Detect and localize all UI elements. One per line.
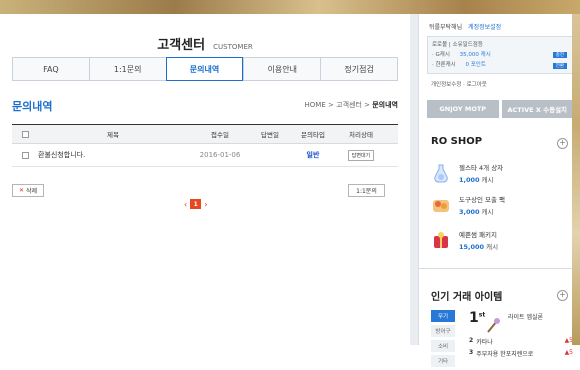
category-consumable[interactable]: 소비 bbox=[431, 340, 455, 352]
new-inquiry-button[interactable]: 1:1문의 bbox=[348, 184, 385, 197]
motp-button[interactable]: GNJOY MOTP bbox=[427, 100, 499, 118]
delete-button[interactable]: ✕ 삭제 bbox=[12, 184, 44, 197]
breadcrumb-home[interactable]: HOME bbox=[305, 101, 326, 109]
shop-item-price-value: 3,000 bbox=[459, 208, 480, 216]
row-status-cell: 답변대기 bbox=[338, 149, 384, 161]
shop-item-price: 15,000 캐시 bbox=[459, 241, 498, 251]
row-status-badge: 답변대기 bbox=[347, 149, 375, 161]
top-banner bbox=[0, 0, 580, 14]
breadcrumb-current: 문의내역 bbox=[372, 101, 398, 109]
breadcrumb-separator: > bbox=[364, 101, 370, 109]
first-rank-label: 1st bbox=[469, 310, 485, 326]
row-date: 2016-01-06 bbox=[199, 151, 241, 159]
main-content: 고객센터 CUSTOMER FAQ 1:1문의 문의내역 이용안내 정기점검 문… bbox=[0, 14, 410, 345]
delete-button-label: 삭제 bbox=[25, 188, 38, 195]
first-rank-number: 1 bbox=[469, 310, 479, 326]
page-title-english: CUSTOMER bbox=[213, 43, 253, 51]
pagination: ‹ 1 › bbox=[184, 199, 207, 209]
col-title: 제목 bbox=[107, 131, 119, 139]
inquiry-table: 제목 접수일 답변일 문의타입 처리상태 환불신청합니다. 2016-01-06… bbox=[12, 124, 398, 167]
shop-item[interactable]: 도구상인 모출 팩 3,000 캐시 bbox=[431, 192, 571, 218]
shop-item[interactable]: 예쁜썸 패키지 15,000 캐시 bbox=[431, 227, 571, 253]
row-type: 일반 bbox=[306, 151, 320, 159]
point-row: · 한론캐시 0 포인트 전환 bbox=[432, 60, 568, 69]
potion-bottle-icon bbox=[434, 164, 448, 183]
breadcrumb-customer[interactable]: 고객센터 bbox=[336, 101, 362, 109]
column-divider bbox=[410, 14, 418, 345]
rank-row[interactable]: 3 주부자용 한포지렌으로 ▲5 bbox=[469, 349, 573, 358]
gcash-label: · G캐시 bbox=[432, 52, 450, 58]
rank-number: 3 bbox=[469, 349, 474, 356]
account-info-line: 로로볼 | 소유일드점등 bbox=[432, 42, 483, 48]
right-background-strip bbox=[572, 14, 580, 345]
shop-item-price-unit: 캐시 bbox=[481, 208, 494, 216]
gcash-row: · G캐시 35,000 캐시 충전 bbox=[432, 50, 568, 58]
col-answer-date: 답변일 bbox=[261, 131, 279, 139]
table-header: 제목 접수일 답변일 문의타입 처리상태 bbox=[12, 125, 398, 144]
table-row[interactable]: 환불신청합니다. 2016-01-06 일반 답변대기 bbox=[12, 144, 398, 167]
charge-button[interactable]: 충전 bbox=[552, 52, 567, 58]
page-title: 고객센터 CUSTOMER bbox=[0, 34, 410, 53]
convert-button[interactable]: 전환 bbox=[552, 63, 567, 69]
shop-title: RO SHOP bbox=[431, 136, 483, 147]
sidebar: 뒤를부탁해님 계정정보설정 로로볼 | 소유일드점등 · G캐시 35,000 … bbox=[418, 14, 580, 367]
hot-items-title: 인기 거래 아이템 bbox=[431, 292, 503, 303]
next-page-icon[interactable]: › bbox=[204, 200, 207, 209]
row-checkbox-cell bbox=[12, 151, 38, 159]
staff-weapon-icon bbox=[487, 318, 500, 333]
tab-1to1-inquiry[interactable]: 1:1문의 bbox=[88, 58, 166, 80]
rank-item-name: 주부자용 한포지렌으로 bbox=[476, 351, 534, 358]
col-date: 접수일 bbox=[211, 131, 229, 139]
item-pack-icon bbox=[433, 200, 449, 212]
account-info-box: 로로볼 | 소유일드점등 · G캐시 35,000 캐시 충전 · 한론캐시 0… bbox=[427, 36, 573, 74]
col-status: 처리상태 bbox=[349, 131, 373, 139]
shop-item-price-unit: 캐시 bbox=[481, 176, 494, 184]
gift-package-icon bbox=[434, 232, 448, 248]
select-all-checkbox[interactable] bbox=[21, 130, 29, 138]
shop-item-price-unit: 캐시 bbox=[486, 243, 499, 251]
sidebar-divider bbox=[418, 268, 580, 269]
tab-faq[interactable]: FAQ bbox=[12, 58, 89, 80]
tab-bar: FAQ 1:1문의 문의내역 이용안내 정기점검 bbox=[12, 57, 398, 81]
row-title[interactable]: 환불신청합니다. bbox=[38, 150, 188, 160]
tab-maintenance[interactable]: 정기점검 bbox=[320, 58, 397, 80]
util-links[interactable]: 개인정보수정 · 로그아웃 bbox=[431, 80, 487, 88]
section-title: 문의내역 bbox=[12, 100, 53, 113]
breadcrumb: HOME > 고객센터 > 문의내역 bbox=[305, 100, 398, 110]
col-type: 문의타입 bbox=[301, 131, 325, 139]
gcash-value: 35,000 캐시 bbox=[459, 52, 491, 58]
first-rank-item-name[interactable]: 라이트 엡실론 bbox=[508, 312, 543, 321]
close-icon: ✕ bbox=[18, 187, 24, 194]
row-checkbox[interactable] bbox=[21, 151, 29, 159]
point-value: 0 포인트 bbox=[465, 62, 486, 68]
point-label: · 한론캐시 bbox=[432, 62, 456, 68]
category-weapon[interactable]: 무기 bbox=[431, 310, 455, 322]
shop-item-name: 젤스타 4개 상자 bbox=[459, 164, 504, 172]
tab-usage-guide[interactable]: 이용안내 bbox=[243, 58, 320, 80]
shop-item-price: 3,000 캐시 bbox=[459, 206, 505, 216]
tab-inquiry-history[interactable]: 문의내역 bbox=[165, 57, 244, 81]
page-title-korean: 고객센터 bbox=[157, 38, 206, 53]
rank-change: ▲5 bbox=[564, 349, 573, 356]
activex-install-button[interactable]: ACTIVE X 수동설치 bbox=[501, 100, 573, 118]
shop-item[interactable]: 젤스타 4개 상자 1,000 캐시 bbox=[431, 160, 571, 186]
category-armor[interactable]: 방어구 bbox=[431, 325, 455, 337]
category-etc[interactable]: 기타 bbox=[431, 355, 455, 367]
sidebar-button-group: GNJOY MOTP ACTIVE X 수동설치 bbox=[427, 100, 573, 118]
shop-item-price-value: 1,000 bbox=[459, 176, 480, 184]
hot-categories: 무기 방어구 소비 기타 bbox=[431, 310, 455, 370]
page-number-current[interactable]: 1 bbox=[190, 199, 202, 209]
select-all-cell bbox=[12, 130, 38, 138]
breadcrumb-separator: > bbox=[328, 101, 334, 109]
shop-item-price-value: 15,000 bbox=[459, 243, 485, 251]
shop-more-icon[interactable]: + bbox=[557, 138, 568, 149]
shop-item-price: 1,000 캐시 bbox=[459, 174, 503, 184]
user-greeting: 뒤를부탁해님 계정정보설정 bbox=[429, 22, 501, 31]
shop-item-name: 예쁜썸 패키지 bbox=[459, 231, 497, 239]
user-name: 뒤를부탁해님 bbox=[429, 24, 463, 31]
account-settings-link[interactable]: 계정정보설정 bbox=[468, 24, 501, 31]
hot-items-more-icon[interactable]: + bbox=[557, 290, 568, 301]
prev-page-icon[interactable]: ‹ bbox=[184, 200, 187, 209]
shop-item-name: 도구상인 모출 팩 bbox=[459, 196, 505, 204]
